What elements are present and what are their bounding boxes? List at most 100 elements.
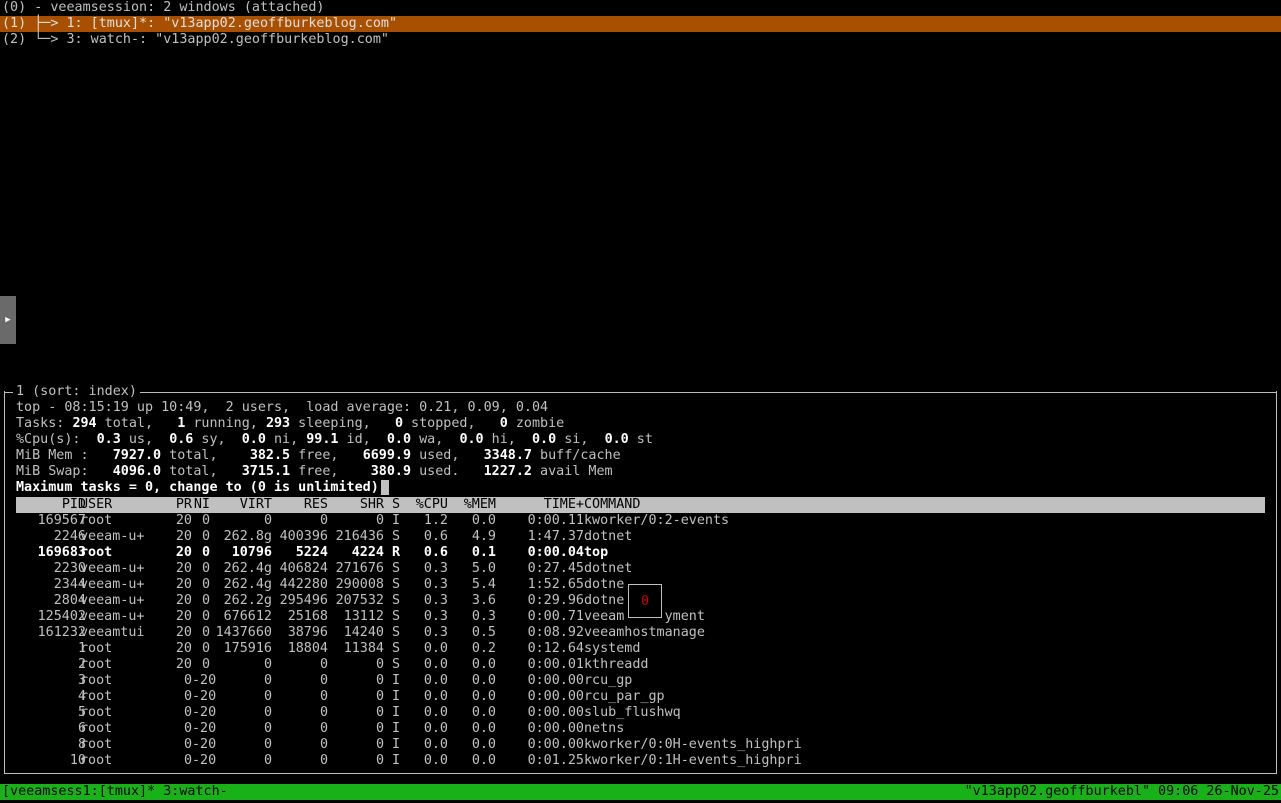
cell-s: S [392,609,401,624]
tasks-prompt[interactable]: Maximum tasks = 0, change to (0 is unlim… [16,480,653,496]
tmux-status-bar: [veeamsess1:[tmux]* 3:watch- "v13app02.g… [0,784,1281,800]
cell-pr: 20 [175,529,192,544]
cell-res: 0 [319,689,328,704]
expand-handle[interactable]: ▶ [0,296,16,344]
cell-cmd: kworker/0:2-events [584,513,730,528]
cell-time: 0:00.00 [527,673,584,688]
cell-shr: 14240 [343,625,384,640]
cell-mem: 5.0 [471,561,496,576]
table-row[interactable]: 169683 root 20 0 10796 5224 4224 R 0.6 0.1 0:00.04… [16,545,1265,561]
cell-user: root [80,513,113,528]
top-summary: top - 08:15:19 up 10:49, 2 users, load a… [16,400,653,496]
cell-s: S [392,657,401,672]
table-row[interactable]: 4 root 0 -20 0 0 0 I 0.0 0.0 0:00.00 rcu_par_gp [16,689,1265,705]
cell-pr: 20 [175,545,192,560]
cell-cmd: slub_flushwq [584,705,681,720]
cell-cmd: top [584,545,609,560]
cell-cmd: dotnet [584,529,633,544]
pane-title: 1 (sort: index) [13,384,140,400]
table-row[interactable]: 2230 veeam-u+ 20 0 262.4g 406824 271676 S 0.3 5.0… [16,561,1265,577]
cell-shr: 290008 [335,577,384,592]
col-ni: NI [193,497,210,512]
session-tree-header: (0) - veeamsession: 2 windows (attached) [2,0,325,15]
cell-time: 0:29.96 [527,593,584,608]
cell-pid: 2230 [53,561,86,576]
cell-s: I [392,673,401,688]
table-row[interactable]: 1 root 20 0 175916 18804 11384 S 0.0 0.2 0:12.64 sy… [16,641,1265,657]
table-row[interactable]: 169567 root 20 0 0 0 0 I 1.2 0.0 0:00.11 kworker/0:… [16,513,1265,529]
cell-cmd: kthreadd [584,657,649,672]
cell-user: veeamtui [80,625,145,640]
cell-pr: 20 [175,609,192,624]
col-cpu: %CPU [415,497,448,512]
tree-row-window-3[interactable]: (2) └─> 3: watch-: "v13app02.geoffburkeb… [0,32,1281,48]
cell-time: 0:08.92 [527,625,584,640]
cell-pr: 20 [175,657,192,672]
cell-pr: 20 [175,625,192,640]
table-row[interactable]: 2246 veeam-u+ 20 0 262.8g 400396 216436 S 0.6 4.9… [16,529,1265,545]
cell-res: 5224 [295,545,328,560]
cell-mem: 0.5 [471,625,496,640]
table-row[interactable]: 10 root 0 -20 0 0 0 I 0.0 0.0 0:01.25 kworker/0:1H-… [16,753,1265,769]
cell-time: 0:00.00 [527,721,584,736]
swap-line: MiB Swap: 4096.0 total, 3715.1 free, 380… [16,464,613,479]
cell-res: 0 [319,737,328,752]
cell-shr: 11384 [343,641,384,656]
cell-s: R [392,545,401,560]
cell-ni: 0 [201,513,210,528]
table-row[interactable]: 3 root 0 -20 0 0 0 I 0.0 0.0 0:00.00 rcu_gp [16,673,1265,689]
cell-ni: 0 [201,593,210,608]
col-shr: SHR [359,497,384,512]
table-row[interactable]: 2 root 20 0 0 0 0 S 0.0 0.0 0:00.01 kthreadd [16,657,1265,673]
cell-time: 1:47.37 [527,529,584,544]
cell-pr: 20 [175,641,192,656]
cell-virt: 175916 [223,641,272,656]
cell-ni: 0 [201,561,210,576]
cell-cpu: 0.3 [423,609,448,624]
col-virt: VIRT [239,497,272,512]
cell-time: 0:00.01 [527,657,584,672]
cell-shr: 0 [375,705,384,720]
tree-row-window-1[interactable]: (1) ├─> 1: [tmux]*: "v13app02.geoffburke… [0,16,1281,32]
cell-pid: 2246 [53,529,86,544]
cell-virt: 10796 [231,545,272,560]
cell-time: 0:00.00 [527,689,584,704]
cell-mem: 0.0 [471,737,496,752]
cell-res: 442280 [279,577,328,592]
cell-pr: 0 [183,737,192,752]
cell-virt: 262.2g [223,593,272,608]
cell-virt: 1437660 [215,625,272,640]
cell-s: I [392,705,401,720]
cell-res: 400396 [279,529,328,544]
status-left: [veeamsess1:[tmux]* 3:watch- [2,784,228,799]
cell-time: 0:27.45 [527,561,584,576]
cell-res: 406824 [279,561,328,576]
cell-mem: 5.4 [471,577,496,592]
col-mem: %MEM [463,497,496,512]
cell-time: 0:00.71 [527,609,584,624]
table-row[interactable]: 6 root 0 -20 0 0 0 I 0.0 0.0 0:00.00 netns [16,721,1265,737]
cell-virt: 262.4g [223,577,272,592]
cell-ni: 0 [201,641,210,656]
table-row[interactable]: 8 root 0 -20 0 0 0 I 0.0 0.0 0:00.00 kworker/0:0H-e… [16,737,1265,753]
table-row[interactable]: 5 root 0 -20 0 0 0 I 0.0 0.0 0:00.00 slub_flushwq [16,705,1265,721]
cell-pid: 2 [77,657,86,672]
process-table: 169567 root 20 0 0 0 0 I 1.2 0.0 0:00.11 kworker/0:… [16,513,1265,769]
cell-cpu: 0.6 [423,529,448,544]
col-s: S [392,497,401,512]
cell-shr: 13112 [343,609,384,624]
cell-pr: 0 [183,705,192,720]
cell-pid: 8 [77,737,86,752]
cell-cmd: dotnet [584,561,633,576]
cell-mem: 0.0 [471,705,496,720]
cell-cmd: veeamhostmanage [584,625,705,640]
cell-cmd: netns [584,721,625,736]
cell-shr: 207532 [335,593,384,608]
cell-res: 38796 [287,625,328,640]
cell-cpu: 0.0 [423,641,448,656]
cell-cpu: 0.3 [423,577,448,592]
cell-pid: 5 [77,705,86,720]
cell-user: veeam-u+ [80,577,145,592]
table-row[interactable]: 161232 veeamtui 20 0 1437660 38796 14240 S 0.3 0.… [16,625,1265,641]
cell-virt: 0 [263,689,272,704]
